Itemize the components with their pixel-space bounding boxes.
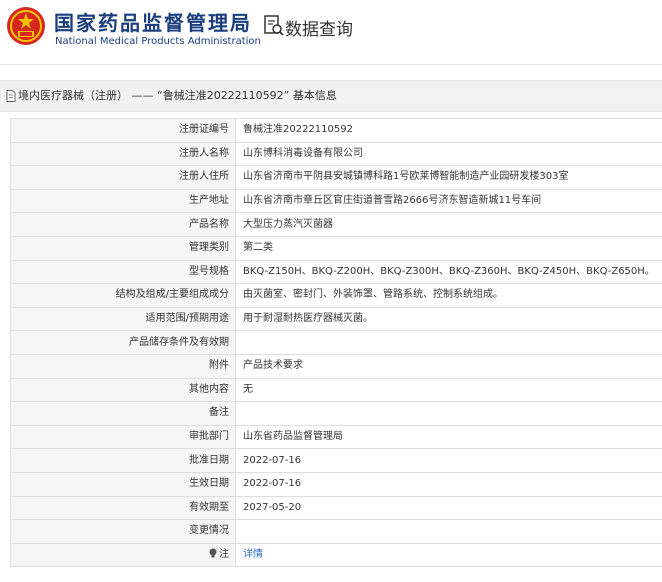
field-value: BKQ-Z150H、BKQ-Z200H、BKQ-Z300H、BKQ-Z360H、… — [235, 259, 662, 285]
breadcrumb-text: 境内医疗器械（注册） —— “鲁械注准20222110592” 基本信息 — [18, 89, 337, 102]
note-value-cell: 详情 — [235, 542, 662, 568]
table-row: 结构及组成/主要组成成分 由灭菌室、密封门、外装饰罩、管路系统、控制系统组成。 — [10, 283, 662, 308]
table-row: 管理类别 第二类 — [10, 235, 662, 261]
site-header: 国家药品监督管理局 National Medical Products Admi… — [0, 0, 662, 64]
data-query-title[interactable]: 数据查询 — [285, 15, 353, 40]
field-label: 变更情况 — [10, 519, 236, 544]
table-row: 附件 产品技术要求 — [10, 353, 662, 379]
field-label: 其他内容 — [10, 377, 236, 403]
field-label: 附件 — [10, 353, 236, 379]
field-value: 山东博科消毒设备有限公司 — [235, 141, 662, 167]
field-label: 生产地址 — [10, 188, 236, 214]
site-subtitle: National Medical Products Administration — [55, 36, 261, 47]
note-label: 注 — [219, 548, 229, 560]
field-value: 由灭菌室、密封门、外装饰罩、管路系统、控制系统组成。 — [235, 283, 662, 308]
field-value — [235, 401, 662, 426]
site-title: 国家药品监督管理局 — [54, 11, 252, 35]
field-label: 产品储存条件及有效期 — [10, 330, 236, 355]
table-row-note: 注 详情 — [10, 542, 662, 568]
table-row: 变更情况 — [10, 519, 662, 544]
field-value: 山东省济南市平阴县安城镇博科路1号欧莱博智能制造产业园研发楼303室 — [235, 165, 662, 190]
field-label: 产品名称 — [10, 212, 236, 237]
table-row: 产品储存条件及有效期 — [10, 330, 662, 355]
field-label: 批准日期 — [10, 448, 236, 473]
bulb-icon — [209, 548, 217, 558]
document-icon — [6, 90, 16, 102]
field-value: 大型压力蒸汽灭菌器 — [235, 212, 662, 237]
field-value: 山东省药品监督管理局 — [235, 424, 662, 450]
header-divider — [0, 64, 662, 65]
field-label: 适用范围/预期用途 — [10, 306, 236, 332]
field-value: 无 — [235, 377, 662, 403]
note-label-cell: 注 — [10, 542, 236, 568]
table-row: 其他内容无 — [10, 377, 662, 403]
field-value — [235, 330, 662, 355]
data-query-icon — [264, 15, 284, 36]
table-row: 注册人名称 山东博科消毒设备有限公司 — [10, 141, 662, 167]
field-label: 注册人住所 — [10, 165, 236, 190]
details-link[interactable]: 详情 — [243, 549, 263, 560]
breadcrumb: 境内医疗器械（注册） —— “鲁械注准20222110592” 基本信息 — [0, 80, 662, 112]
field-label: 管理类别 — [10, 235, 236, 261]
field-label: 生效日期 — [10, 471, 236, 497]
table-row: 生产地址 山东省济南市章丘区官庄街道普雪路2666号济东智造新城11号车间 — [10, 188, 662, 214]
field-label: 备注 — [10, 401, 236, 426]
field-label: 审批部门 — [10, 424, 236, 450]
field-value: 山东省济南市章丘区官庄街道普雪路2666号济东智造新城11号车间 — [235, 188, 662, 214]
table-row: 备注 — [10, 401, 662, 426]
registration-info-table: 注册证编号 鲁械注准20222110592 注册人名称 山东博科消毒设备有限公司 注册人… — [10, 118, 662, 568]
table-row: 型号规格 BKQ-Z150H、BKQ-Z200H、BKQ-Z300H、BKQ-Z3… — [10, 259, 662, 285]
table-row: 产品名称 大型压力蒸汽灭菌器 — [10, 212, 662, 237]
field-value: 第二类 — [235, 235, 662, 261]
table-row: 审批部门 山东省药品监督管理局 — [10, 424, 662, 450]
field-value: 2022-07-16 — [235, 471, 662, 497]
field-label: 型号规格 — [10, 259, 236, 285]
table-row: 生效日期 2022-07-16 — [10, 471, 662, 497]
field-label: 注册证编号 — [10, 118, 236, 143]
table-row: 注册人住所 山东省济南市平阴县安城镇博科路1号欧莱博智能制造产业园研发楼303室 — [10, 165, 662, 190]
table-row: 适用范围/预期用途 用于耐湿耐热医疗器械灭菌。 — [10, 306, 662, 332]
field-value: 2027-05-20 — [235, 495, 662, 521]
field-value: 用于耐湿耐热医疗器械灭菌。 — [235, 306, 662, 332]
table-row: 注册证编号 鲁械注准20222110592 — [10, 118, 662, 143]
field-label: 有效期至 — [10, 495, 236, 521]
field-label: 结构及组成/主要组成成分 — [10, 283, 236, 308]
field-value: 鲁械注准20222110592 — [235, 118, 662, 143]
field-value: 产品技术要求 — [235, 353, 662, 379]
national-emblem-icon — [7, 7, 45, 45]
field-label: 注册人名称 — [10, 141, 236, 167]
field-value: 2022-07-16 — [235, 448, 662, 473]
table-row: 批准日期 2022-07-16 — [10, 448, 662, 473]
table-row: 有效期至 2027-05-20 — [10, 495, 662, 521]
field-value — [235, 519, 662, 544]
